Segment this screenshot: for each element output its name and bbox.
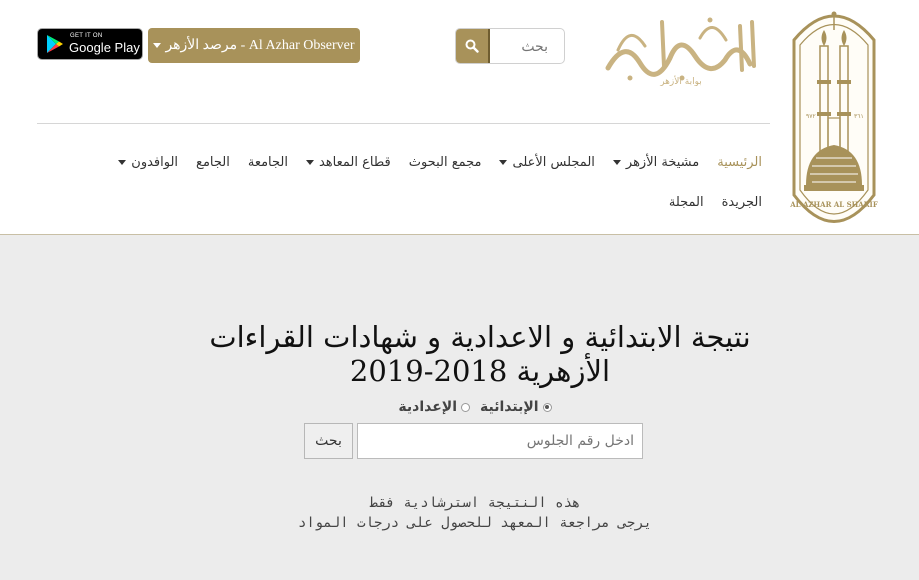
nav-item-mosque[interactable]: الجامع — [196, 155, 230, 170]
nav-item-supreme-council[interactable]: المجلس الأعلى — [499, 154, 595, 170]
svg-text:٩٧٢: ٩٧٢ — [806, 113, 816, 120]
google-play-icon — [47, 35, 63, 53]
nav-item-mashyakha[interactable]: مشيخة الأزهر — [612, 154, 700, 170]
al-azhar-observer-dropdown[interactable]: مرصد الأزهر - Al Azhar Observer — [148, 28, 360, 63]
main-nav-row-1: الرئيسية مشيخة الأزهر المجلس الأعلى مجمع… — [118, 150, 762, 174]
main-nav-row-2: الجريدة المجلة — [669, 190, 762, 214]
google-play-big-text: Google Play — [69, 40, 140, 55]
google-play-badge[interactable]: GET IT ON Google Play — [37, 28, 143, 60]
caret-down-icon — [118, 159, 127, 165]
advisory-note-institute: يرجى مراجعة المعهد للحصول على درجات المو… — [297, 515, 652, 531]
svg-text:٣٦١: ٣٦١ — [854, 113, 864, 120]
radio-preparatory-label[interactable]: الإعدادية — [398, 399, 457, 415]
nav-label: الوافدون — [131, 154, 179, 170]
site-search-input[interactable] — [490, 29, 562, 63]
nav-label: المجلة — [668, 194, 704, 210]
nav-label: مشيخة الأزهر — [625, 154, 700, 170]
al-azhar-logo[interactable]: ٩٧٢ ٣٦١ AL AZHAR AL SHARIF — [784, 0, 884, 240]
header-divider — [37, 123, 770, 124]
seat-number-input[interactable] — [357, 423, 643, 459]
google-play-small-text: GET IT ON — [70, 33, 103, 39]
nav-item-home[interactable]: الرئيسية — [717, 155, 762, 170]
radio-primary-label[interactable]: الإبتدائية — [480, 399, 539, 415]
nav-item-magazine[interactable]: المجلة — [669, 195, 704, 210]
caret-down-icon — [305, 159, 314, 165]
nav-item-university[interactable]: الجامعة — [248, 155, 288, 170]
nav-label: قطاع المعاهد — [318, 154, 391, 170]
search-icon — [465, 39, 479, 53]
radio-primary[interactable] — [542, 402, 552, 412]
page-title-line-2: الأزهرية 2018-2019 — [349, 354, 611, 388]
nav-label: الجريدة — [721, 194, 762, 210]
site-search — [455, 28, 565, 64]
advisory-note: هذه النتيجة استرشادية فقط — [369, 495, 581, 511]
nav-label: المجلس الأعلى — [512, 154, 595, 170]
logo-caption: AL AZHAR AL SHARIF — [789, 200, 878, 209]
nav-label: الرئيسية — [717, 154, 762, 170]
nav-item-institutes-sector[interactable]: قطاع المعاهد — [305, 154, 391, 170]
nav-item-expatriates[interactable]: الوافدون — [118, 155, 178, 170]
result-search-button[interactable]: بحث — [304, 423, 353, 459]
caret-down-icon — [499, 159, 508, 165]
nav-item-research-academy[interactable]: مجمع البحوث — [409, 155, 482, 170]
nav-label: الجامعة — [247, 154, 288, 170]
caret-down-icon — [153, 43, 162, 48]
search-button[interactable] — [456, 29, 490, 63]
caret-down-icon — [612, 159, 621, 165]
page-title: نتيجة الابتدائية و الاعدادية و شهادات ال… — [180, 320, 780, 388]
nav-label: الجامع — [196, 154, 230, 170]
nav-item-newspaper[interactable]: الجريدة — [722, 195, 762, 210]
brand-title: بوابة الأزهر — [659, 75, 702, 86]
al-azhar-portal-calligraphy: بوابة الأزهر — [605, 17, 756, 86]
site-header: ٩٧٢ ٣٦١ AL AZHAR AL SHARIF بوابة الأزهر … — [0, 0, 919, 235]
stage-radio-group: الإبتدائية الإعدادية — [300, 396, 650, 418]
nav-label: مجمع البحوث — [408, 154, 482, 170]
observer-label: مرصد الأزهر - Al Azhar Observer — [165, 38, 355, 53]
radio-preparatory[interactable] — [461, 402, 471, 412]
page-title-line-1: نتيجة الابتدائية و الاعدادية و شهادات ال… — [209, 320, 751, 354]
